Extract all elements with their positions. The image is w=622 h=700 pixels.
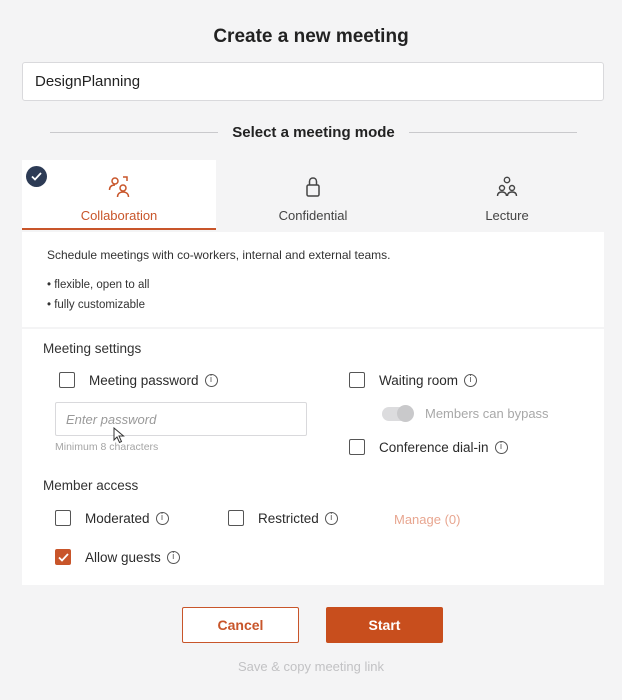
members-bypass-option[interactable]: Members can bypass <box>382 404 549 422</box>
members-bypass-toggle[interactable] <box>382 404 414 422</box>
mode-bullet: • fully customizable <box>47 299 145 311</box>
settings-panel: Meeting settings Meeting password i Mini… <box>22 329 604 585</box>
meeting-settings-title: Meeting settings <box>43 341 142 356</box>
mouse-pointer-icon <box>113 427 125 444</box>
cancel-button[interactable]: Cancel <box>182 607 299 643</box>
tab-collaboration-label: Collaboration <box>80 208 158 223</box>
password-input[interactable] <box>55 402 307 436</box>
dialog-title: Create a new meeting <box>213 26 409 47</box>
create-meeting-dialog: Create a new meeting Select a meeting mo… <box>0 0 622 700</box>
checkmark-icon <box>57 552 69 562</box>
dial-in-label: Conference dial-in <box>379 439 489 455</box>
lock-icon <box>306 177 320 197</box>
info-icon[interactable]: i <box>166 550 180 564</box>
moderated-option[interactable]: Moderated i <box>55 510 169 526</box>
member-access-title: Member access <box>43 478 139 493</box>
info-icon[interactable]: i <box>464 373 478 387</box>
tab-confidential[interactable]: Confidential <box>216 160 410 230</box>
meeting-name-input[interactable] <box>22 62 604 101</box>
restricted-option[interactable]: Restricted i <box>228 510 338 526</box>
dial-in-option[interactable]: Conference dial-in i <box>349 439 508 455</box>
divider-left <box>50 131 219 133</box>
collaboration-icon <box>108 176 130 198</box>
save-copy-link[interactable]: Save & copy meeting link <box>0 659 622 674</box>
restricted-checkbox[interactable] <box>228 510 244 526</box>
waiting-room-label: Waiting room <box>379 372 459 388</box>
moderated-checkbox[interactable] <box>55 510 71 526</box>
waiting-room-checkbox[interactable] <box>349 372 365 388</box>
tab-collaboration[interactable]: Collaboration <box>22 160 216 230</box>
allow-guests-checkbox[interactable] <box>55 549 71 565</box>
members-bypass-label: Members can bypass <box>425 406 549 421</box>
toggle-knob <box>397 404 414 422</box>
waiting-room-option[interactable]: Waiting room i <box>349 372 478 388</box>
info-icon[interactable]: i <box>324 511 338 525</box>
divider-right <box>408 131 577 133</box>
mode-description-text: Schedule meetings with co-workers, inter… <box>47 248 391 262</box>
mode-bullet: • flexible, open to all <box>47 279 150 291</box>
restricted-label: Restricted <box>258 510 319 526</box>
tab-confidential-label: Confidential <box>278 208 348 223</box>
meeting-password-checkbox[interactable] <box>59 372 75 388</box>
meeting-password-option[interactable]: Meeting password i <box>59 372 218 388</box>
password-hint: Minimum 8 characters <box>55 441 159 453</box>
moderated-label: Moderated <box>85 510 150 526</box>
meeting-password-label: Meeting password <box>89 372 199 388</box>
tab-lecture[interactable]: Lecture <box>410 160 604 230</box>
start-button[interactable]: Start <box>326 607 443 643</box>
selected-check-icon <box>26 166 47 187</box>
allow-guests-option[interactable]: Allow guests i <box>55 549 180 565</box>
info-icon[interactable]: i <box>155 511 169 525</box>
manage-restricted-link[interactable]: Manage (0) <box>394 512 460 527</box>
allow-guests-label: Allow guests <box>85 549 161 565</box>
tab-lecture-label: Lecture <box>485 208 529 223</box>
info-icon[interactable]: i <box>204 373 218 387</box>
audience-icon <box>496 176 518 197</box>
info-icon[interactable]: i <box>494 440 508 454</box>
mode-tabs: Collaboration Confidential Lecture <box>22 160 604 230</box>
mode-description: Schedule meetings with co-workers, inter… <box>22 232 604 327</box>
mode-heading: Select a meeting mode <box>232 123 395 141</box>
mode-heading-row: Select a meeting mode <box>50 122 577 142</box>
dial-in-checkbox[interactable] <box>349 439 365 455</box>
